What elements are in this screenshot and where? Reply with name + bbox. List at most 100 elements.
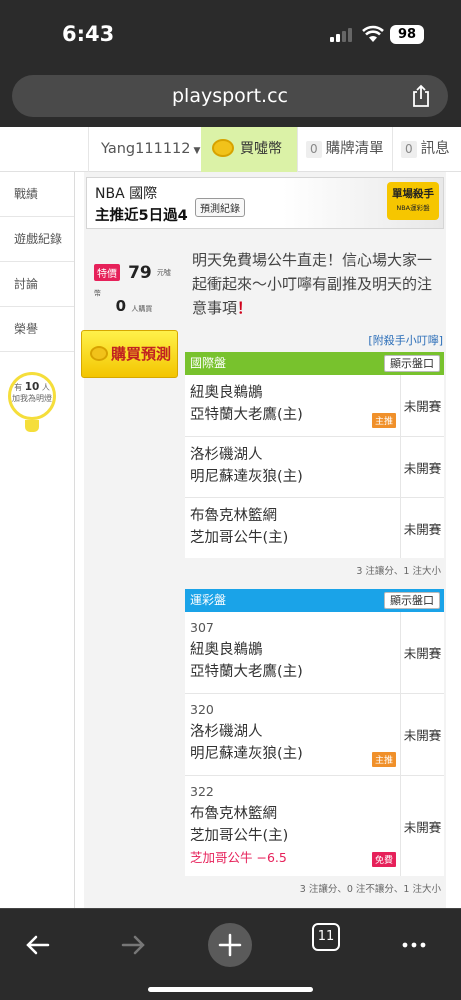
username: Yang111112 [101, 141, 191, 157]
bright-count: 10 [24, 381, 40, 393]
buy-coin-label: 買噓幣 [240, 141, 282, 157]
table-row: 紐奧良鵜鶘 亞特蘭大老鷹(主) 主推 未開賽 [185, 375, 444, 437]
bright-prefix: 有 [14, 383, 23, 392]
away-team: 洛杉磯湖人 [190, 724, 263, 740]
coin-icon [212, 139, 234, 157]
prediction-content: NBA 國際 主推近5日過4 預測紀錄 單場殺手 NBA運彩盤 特價 79 元噓… [81, 172, 446, 908]
status-time: 6:43 [62, 22, 115, 46]
cart-count: 0 [306, 141, 322, 158]
home-team: 亞特蘭大老鷹(主) [190, 407, 303, 423]
away-team: 紐奧良鵜鶘 [190, 385, 263, 401]
intl-panel-title: 國際盤 [190, 356, 227, 370]
pick-line: 芝加哥公牛 −6.5 [190, 850, 287, 865]
intl-panel: 國際盤 顯示盤口 紐奧良鵜鶘 亞特蘭大老鷹(主) 主推 未開賽 洛杉磯湖人 明尼… [185, 352, 444, 580]
analysis-text: 明天免費場公牛直走！信心場大家一起衝起來～小叮嚀有副推及明天的注意事項！ [192, 248, 442, 320]
killer-banner: NBA 國際 主推近5日過4 預測紀錄 單場殺手 NBA運彩盤 [86, 177, 444, 229]
bright-text: 加我為明燈 [12, 394, 52, 403]
share-icon[interactable] [410, 84, 432, 108]
banner-title: NBA 國際 [95, 186, 158, 202]
browser-chrome: 6:43 98 playsport.cc [0, 0, 461, 127]
buy-prediction-button[interactable]: 購買預測 [81, 330, 178, 378]
msg-label: 訊息 [420, 141, 450, 157]
game-number: 307 [190, 620, 214, 635]
signal-icon [330, 28, 354, 42]
url-text: playsport.cc [171, 85, 288, 107]
nav-honor[interactable]: 榮譽 [0, 307, 74, 352]
buyers-number: 0 [115, 297, 127, 315]
badge-sub: NBA運彩盤 [396, 204, 430, 212]
intl-show-odds-button[interactable]: 顯示盤口 [384, 355, 440, 372]
game-status: 未開賽 [400, 612, 444, 693]
price: 79 [128, 262, 152, 283]
nav-game-log[interactable]: 遊戲紀錄 [0, 217, 74, 262]
user-dropdown[interactable]: Yang111112 ▼ [88, 127, 201, 172]
back-icon[interactable] [16, 923, 60, 967]
game-status: 未開賽 [400, 437, 444, 497]
prediction-record-button[interactable]: 預測紀錄 [195, 198, 245, 217]
home-team: 明尼蘇達灰狼(主) [190, 746, 303, 762]
nav-discuss[interactable]: 討論 [0, 262, 74, 307]
away-team: 布魯克林籃網 [190, 806, 277, 822]
plus-icon[interactable] [208, 923, 252, 967]
free-badge: 免費 [371, 852, 396, 867]
analysis-body: 明天免費場公牛直走！信心場大家一起衝起來～小叮嚀有副推及明天的注意事項 [192, 251, 433, 317]
tabs-icon[interactable]: 11 [312, 923, 340, 951]
lottery-show-odds-button[interactable]: 顯示盤口 [384, 592, 440, 609]
badge-title: 單場殺手 [392, 188, 434, 200]
home-team: 芝加哥公牛(主) [190, 530, 289, 546]
table-row: 322 布魯克林籃網 芝加哥公牛(主) 芝加哥公牛 −6.5 免費 未開賽 [185, 776, 444, 876]
lottery-panel: 運彩盤 顯示盤口 307 紐奧良鵜鶘 亞特蘭大老鷹(主) 未開賽 320 洛杉磯… [185, 589, 444, 898]
address-bar[interactable]: playsport.cc [12, 75, 448, 117]
buyers-unit: 人購買 [131, 305, 153, 313]
lottery-panel-title: 運彩盤 [190, 593, 227, 607]
bulb-icon[interactable]: 有 10 人 加我為明燈 [8, 372, 56, 420]
messages-link[interactable]: 0 訊息 [392, 127, 461, 172]
banner-subtitle: 主推近5日過4 [95, 208, 188, 224]
more-icon[interactable] [392, 923, 436, 967]
lottery-panel-header: 運彩盤 顯示盤口 [185, 589, 444, 612]
site-header: Yang111112 ▼ 買噓幣 0 購牌清單 0 訊息 [0, 127, 461, 172]
game-status: 未開賽 [400, 375, 444, 436]
cart-link[interactable]: 0 購牌清單 [297, 127, 392, 172]
buy-coin-button[interactable]: 買噓幣 [201, 127, 297, 172]
away-team: 布魯克林籃網 [190, 508, 277, 524]
forward-icon[interactable] [111, 923, 155, 967]
intl-panel-header: 國際盤 顯示盤口 [185, 352, 444, 375]
attach-tips-link[interactable]: [附殺手小叮嚀] [368, 332, 443, 348]
intl-panel-footer: 3 注讓分、1 注大小 [185, 558, 444, 580]
coin-icon [90, 346, 108, 361]
table-row: 320 洛杉磯湖人 明尼蘇達灰狼(主) 主推 未開賽 [185, 694, 444, 776]
analysis-mark: ！ [237, 299, 253, 317]
battery-indicator: 98 [390, 25, 424, 44]
bright-suffix: 人 [41, 383, 50, 392]
table-row: 洛杉磯湖人 明尼蘇達灰狼(主) 未開賽 [185, 437, 444, 498]
buyers-count: 0 人購買 [94, 297, 174, 315]
msg-count: 0 [401, 141, 417, 158]
cart-label: 購牌清單 [325, 141, 384, 157]
buy-prediction-label: 購買預測 [111, 345, 172, 363]
caret-down-icon: ▼ [193, 146, 201, 156]
main-pick-badge: 主推 [371, 413, 396, 428]
away-team: 洛杉磯湖人 [190, 447, 263, 463]
home-team: 芝加哥公牛(主) [190, 828, 289, 844]
lottery-panel-footer: 3 注讓分、0 注不讓分、1 注大小 [185, 876, 444, 898]
home-team: 明尼蘇達灰狼(主) [190, 469, 303, 485]
game-status: 未開賽 [400, 498, 444, 558]
wifi-icon [362, 25, 384, 42]
price-box: 特價 79 元噓幣 [94, 262, 176, 302]
home-indicator [148, 987, 313, 992]
nav-record[interactable]: 戰績 [0, 172, 74, 217]
browser-toolbar: 11 [0, 908, 461, 1000]
main-pick-badge: 主推 [371, 752, 396, 767]
killer-badge: 單場殺手 NBA運彩盤 [387, 182, 439, 220]
bulb-base [25, 420, 39, 432]
game-status: 未開賽 [400, 694, 444, 775]
game-number: 320 [190, 702, 214, 717]
game-status: 未開賽 [400, 776, 444, 876]
table-row: 307 紐奧良鵜鶘 亞特蘭大老鷹(主) 未開賽 [185, 612, 444, 694]
away-team: 紐奧良鵜鶘 [190, 642, 263, 658]
special-badge: 特價 [94, 264, 120, 281]
home-team: 亞特蘭大老鷹(主) [190, 664, 303, 680]
game-number: 322 [190, 784, 214, 799]
table-row: 布魯克林籃網 芝加哥公牛(主) 未開賽 [185, 498, 444, 558]
